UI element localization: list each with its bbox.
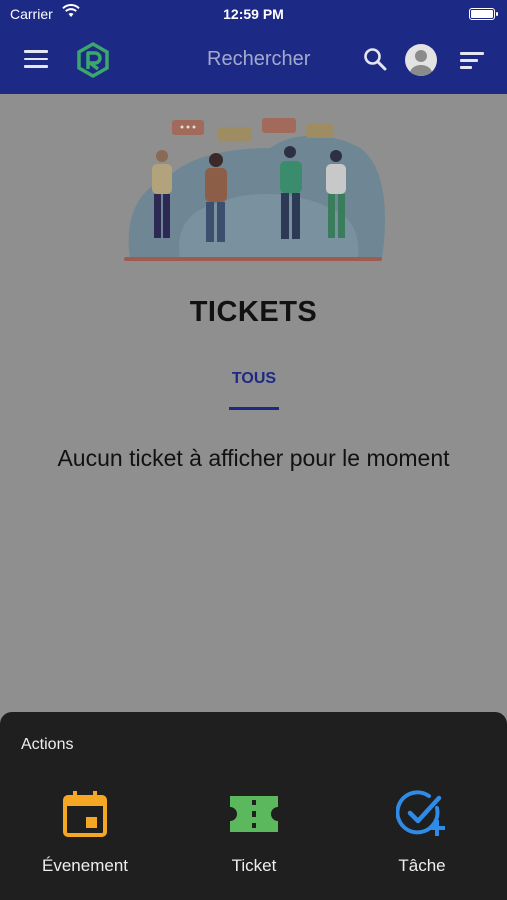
action-ticket-button[interactable]: Ticket	[184, 788, 324, 888]
action-event-label: Évenement	[42, 856, 128, 875]
status-bar: Carrier 12:59 PM	[0, 0, 507, 28]
sort-filter-button[interactable]	[460, 52, 484, 70]
filter-line	[460, 52, 484, 55]
search-field[interactable]: Rechercher	[207, 48, 310, 71]
hamburger-line	[24, 57, 48, 60]
hamburger-line	[24, 65, 48, 68]
tab-all[interactable]: TOUS	[229, 370, 279, 410]
active-tab-indicator	[229, 407, 279, 410]
user-avatar[interactable]	[405, 44, 437, 76]
hamburger-line	[24, 50, 48, 53]
action-task-label: Tâche	[398, 856, 446, 875]
task-check-icon	[396, 790, 445, 836]
user-silhouette-icon	[410, 50, 432, 76]
action-ticket-label: Ticket	[231, 856, 277, 875]
battery-icon	[469, 8, 498, 20]
app-logo-icon	[77, 42, 109, 78]
actions-bottom-sheet: Actions Évenement Ticket Tâche	[0, 712, 507, 900]
page-title: TICKETS	[189, 296, 318, 328]
menu-button[interactable]	[24, 50, 48, 70]
ticket-icon	[230, 796, 278, 832]
people-chatting-illustration	[124, 118, 386, 261]
action-event-button[interactable]: Évenement	[15, 788, 155, 888]
filter-line	[460, 66, 472, 69]
actions-heading: Actions	[21, 736, 74, 753]
action-task-button[interactable]: Tâche	[352, 788, 492, 888]
search-icon[interactable]	[362, 46, 388, 72]
empty-state-message: Aucun ticket à afficher pour le moment	[57, 445, 450, 471]
filter-line	[460, 59, 478, 62]
tab-all-label: TOUS	[231, 370, 277, 387]
app-bar: Rechercher	[0, 28, 507, 94]
status-time: 12:59 PM	[223, 6, 284, 22]
calendar-icon	[63, 791, 107, 837]
